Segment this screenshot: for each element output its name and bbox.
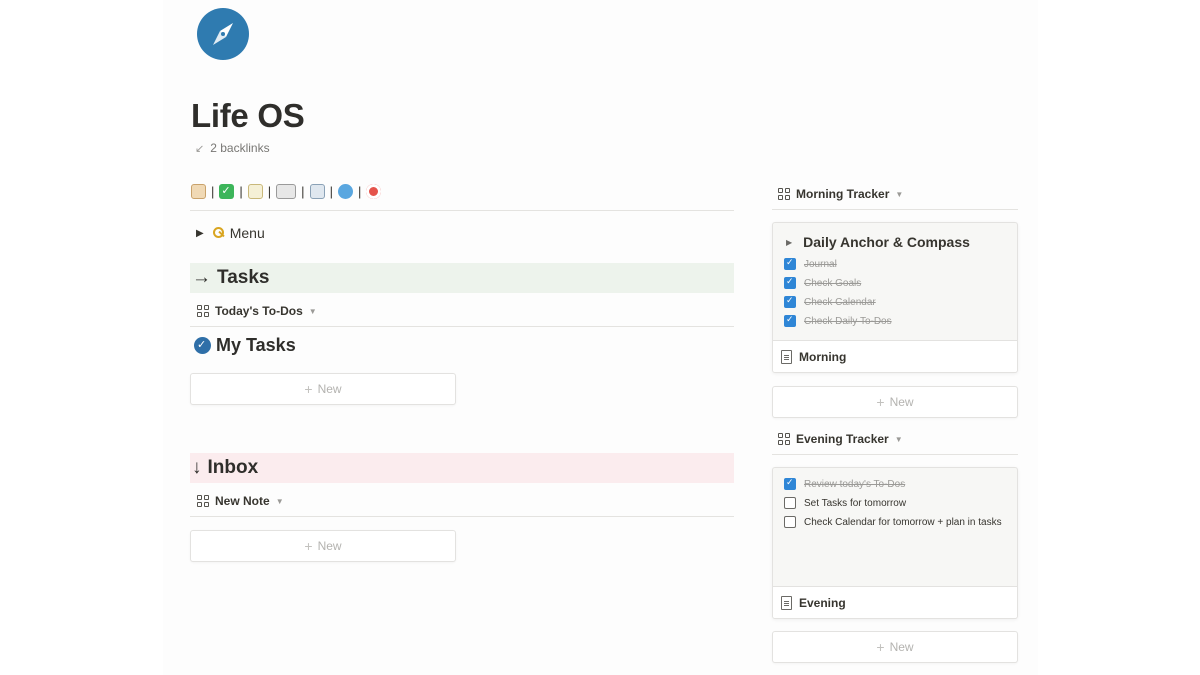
key-icon — [212, 227, 225, 239]
todo-text: Check Daily To-Dos — [804, 315, 892, 327]
target-icon[interactable] — [366, 184, 382, 199]
todo-text: Check Calendar for tomorrow + plan in ta… — [804, 516, 1002, 528]
new-button-label: New — [317, 382, 342, 396]
nav-separator: | — [329, 184, 333, 199]
new-button-label: New — [889, 395, 914, 409]
card-title-text: Morning — [799, 349, 847, 364]
checkbox-checked[interactable] — [784, 257, 796, 270]
gallery-view-icon — [778, 433, 790, 445]
nav-separator: | — [357, 184, 362, 199]
backlinks-label: 2 backlinks — [210, 141, 270, 155]
inbox-heading-text: Inbox — [207, 457, 259, 478]
view-tab-label: New Note — [215, 494, 270, 508]
divider — [190, 516, 734, 517]
daily-anchor-title: Daily Anchor & Compass — [803, 234, 970, 250]
toggle-triangle-icon[interactable]: ▶ — [196, 228, 204, 239]
menu-toggle[interactable]: ▶ Menu — [196, 225, 265, 241]
new-button-label: New — [317, 539, 342, 553]
todo-text: Set Tasks for tomorrow — [804, 497, 907, 509]
nav-separator: | — [267, 184, 272, 199]
gallery-view-icon — [778, 188, 790, 200]
plus-icon: + — [304, 538, 313, 554]
view-tab-label: Morning Tracker — [796, 187, 890, 201]
morning-card-title[interactable]: Morning — [773, 340, 1017, 372]
new-note-view-tab[interactable]: New Note ▼ — [197, 494, 284, 508]
right-arrow-icon: → — [192, 267, 211, 288]
morning-tracker-view-tab[interactable]: Morning Tracker ▼ — [778, 187, 903, 201]
plus-icon: + — [304, 381, 313, 397]
divider — [190, 326, 734, 327]
divider — [772, 454, 1018, 455]
plus-icon: + — [876, 639, 885, 655]
checkbox-unchecked[interactable] — [784, 497, 796, 509]
nav-separator: | — [301, 184, 305, 199]
card-title-text: Evening — [799, 595, 846, 610]
my-tasks-heading: My Tasks — [194, 335, 296, 356]
view-tab-label: Today's To-Dos — [215, 304, 303, 318]
memo-icon[interactable] — [247, 184, 263, 199]
new-button-label: New — [889, 640, 914, 654]
page-title: Life OS — [191, 97, 305, 134]
globe-icon[interactable] — [337, 184, 353, 199]
gallery-view-icon — [197, 495, 209, 507]
menu-toggle-label: Menu — [229, 225, 265, 241]
down-arrow-icon: ↓ — [192, 457, 202, 478]
book-icon[interactable] — [309, 184, 325, 199]
daily-anchor-toggle[interactable]: ▶ Daily Anchor & Compass — [786, 234, 970, 250]
my-tasks-heading-text: My Tasks — [216, 335, 296, 355]
toggle-triangle-icon[interactable]: ▶ — [786, 238, 792, 247]
todo-text: Journal — [804, 258, 837, 270]
chevron-down-icon[interactable]: ▼ — [309, 307, 317, 316]
chevron-down-icon[interactable]: ▼ — [895, 435, 903, 444]
inbox-heading: ↓ Inbox — [190, 453, 734, 483]
tasks-heading: → Tasks — [190, 263, 734, 293]
backlinks-link[interactable]: ↙ 2 backlinks — [195, 141, 270, 155]
todo-item[interactable]: Review today's To-Dos — [784, 477, 906, 490]
writing-hand-icon[interactable] — [276, 184, 297, 199]
compass-icon[interactable] — [197, 8, 249, 60]
tasks-heading-text: Tasks — [217, 267, 270, 288]
checkbox-checked[interactable] — [784, 314, 796, 327]
backlink-arrow-icon: ↙ — [195, 142, 205, 155]
new-note-button[interactable]: + New — [190, 530, 456, 562]
evening-card-title[interactable]: Evening — [773, 586, 1017, 618]
todo-item[interactable]: Set Tasks for tomorrow — [784, 497, 906, 509]
plus-icon: + — [876, 394, 885, 410]
view-tab-label: Evening Tracker — [796, 432, 889, 446]
todo-item[interactable]: Check Calendar — [784, 295, 876, 308]
nav-separator: | — [211, 184, 215, 199]
new-morning-button[interactable]: + New — [772, 386, 1018, 418]
gallery-view-icon — [197, 305, 209, 317]
todo-text: Check Calendar — [804, 296, 876, 308]
checkbox-checked[interactable] — [784, 477, 796, 490]
new-evening-button[interactable]: + New — [772, 631, 1018, 663]
nav-separator: | — [239, 184, 243, 199]
divider — [190, 210, 734, 211]
checkbox-unchecked[interactable] — [784, 516, 796, 528]
todo-item[interactable]: Journal — [784, 257, 837, 270]
check-badge-icon — [194, 337, 211, 354]
divider — [772, 209, 1018, 210]
checkbox-checked[interactable] — [784, 276, 796, 289]
page-icon — [781, 595, 792, 610]
checkbox-checked[interactable] — [784, 295, 796, 308]
todo-item[interactable]: Check Goals — [784, 276, 862, 289]
todo-item[interactable]: Check Daily To-Dos — [784, 314, 892, 327]
emoji-nav-row: | | | | | | — [191, 184, 386, 199]
page-icon — [781, 349, 792, 364]
chevron-down-icon[interactable]: ▼ — [276, 497, 284, 506]
todo-text: Review today's To-Dos — [804, 478, 906, 490]
house-icon[interactable] — [191, 184, 206, 199]
morning-card[interactable]: ▶ Daily Anchor & Compass Journal Check G… — [772, 222, 1018, 373]
todo-text: Check Goals — [804, 277, 862, 289]
chevron-down-icon[interactable]: ▼ — [895, 190, 903, 199]
evening-tracker-view-tab[interactable]: Evening Tracker ▼ — [778, 432, 903, 446]
evening-card[interactable]: Review today's To-Dos Set Tasks for tomo… — [772, 467, 1018, 619]
new-task-button[interactable]: + New — [190, 373, 456, 405]
check-mark-icon[interactable] — [219, 184, 235, 199]
todays-todos-view-tab[interactable]: Today's To-Dos ▼ — [197, 304, 317, 318]
todo-item[interactable]: Check Calendar for tomorrow + plan in ta… — [784, 516, 1002, 528]
